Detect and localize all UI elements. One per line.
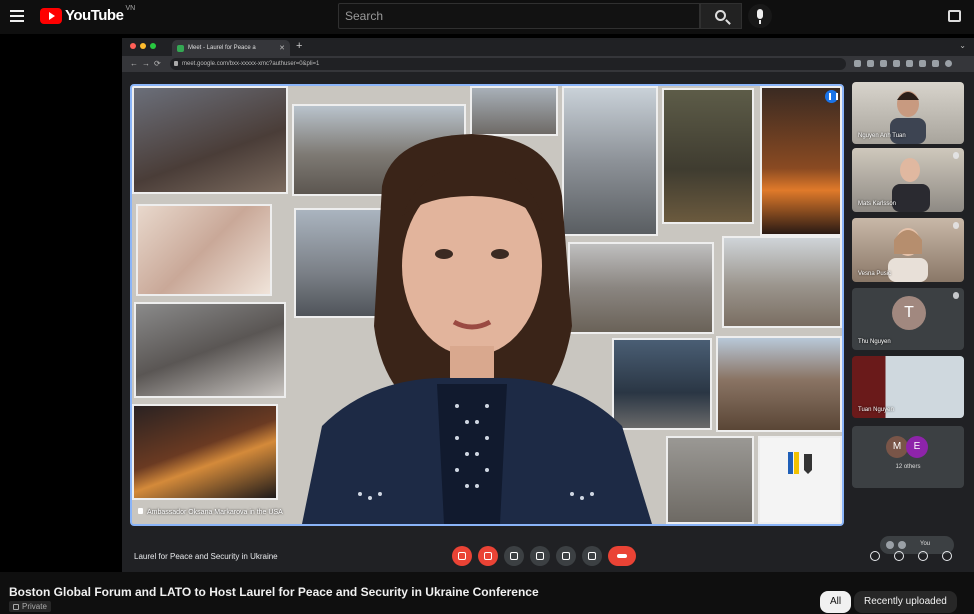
browser-window: Meet - Laurel for Peace a ✕ + ⌄ ←→⟳ meet… (122, 38, 974, 572)
participant-name: Tuan Nguyen (858, 407, 894, 413)
youtube-play-icon (40, 7, 62, 24)
participant-name: Mats Karlsson (858, 201, 897, 207)
info-icon (870, 551, 880, 561)
extension-icon (893, 60, 900, 67)
close-dot-icon (130, 43, 136, 49)
chip-recently-uploaded[interactable]: Recently uploaded (854, 591, 957, 613)
extension-icons (854, 60, 952, 67)
collage-photo (722, 236, 842, 328)
extension-icon (854, 60, 861, 67)
mic-off-icon (953, 222, 959, 229)
chevron-down-icon: ⌄ (959, 41, 966, 50)
privacy-badge: Private (9, 601, 51, 612)
profile-icon (945, 60, 952, 67)
extension-icon (867, 60, 874, 67)
participant-name: Nguyen Anh Tuan (858, 133, 906, 139)
lock-icon (13, 604, 19, 610)
hamburger-menu-icon[interactable] (10, 10, 24, 22)
participant-name: Thu Nguyen (858, 339, 891, 345)
privacy-label: Private (22, 602, 47, 611)
navigation-arrows-icon: ←→⟳ (130, 59, 165, 68)
speaker-video (302, 134, 652, 524)
pin-icon (138, 508, 143, 514)
collage-photo (132, 404, 278, 500)
participant-tile: Mats Karlsson (852, 148, 964, 212)
minimize-dot-icon (140, 43, 146, 49)
others-count: 12 others (895, 464, 921, 470)
microphone-icon (757, 9, 763, 24)
region-code: VN (125, 5, 136, 12)
meet-control-buttons (452, 546, 636, 566)
video-info-bar: Boston Global Forum and LATO to Host Lau… (0, 572, 974, 614)
people-icon (894, 551, 904, 561)
search-button[interactable] (700, 3, 742, 29)
youtube-logo[interactable]: YouTube VN (40, 5, 136, 24)
meet-stage: Ambassador Oksana Markarova in the USA N… (122, 72, 974, 572)
search-box (338, 3, 700, 29)
maximize-dot-icon (150, 43, 156, 49)
meet-side-controls (870, 551, 952, 561)
main-speaker-tile: Ambassador Oksana Markarova in the USA (130, 84, 844, 526)
new-tab-icon: + (296, 40, 303, 52)
search-icon (715, 10, 726, 21)
tab-title: Meet - Laurel for Peace a (188, 45, 256, 51)
meeting-title: Laurel for Peace and Security in Ukraine (134, 552, 278, 561)
participant-tile: Tuan Nguyen (852, 356, 964, 418)
participant-tile: Vesna Pusic (852, 218, 964, 282)
raise-hand-icon (530, 546, 550, 566)
url-field: meet.google.com/bxx-xxxxx-xmc?authuser=0… (170, 58, 846, 70)
captions-icon (504, 546, 524, 566)
ukraine-trident-icon (788, 452, 812, 474)
participant-avatar: T (892, 296, 926, 330)
others-tile: M E 12 others (852, 426, 964, 488)
extension-icon (906, 60, 913, 67)
browser-tab: Meet - Laurel for Peace a ✕ (172, 40, 290, 56)
more-options-icon (582, 546, 602, 566)
lock-icon (174, 61, 178, 66)
extension-icon (932, 60, 939, 67)
address-bar: ←→⟳ meet.google.com/bxx-xxxxx-xmc?authus… (122, 56, 974, 72)
window-controls (130, 43, 156, 49)
chip-all[interactable]: All (820, 591, 852, 613)
participant-avatar: E (906, 436, 928, 458)
embassy-emblem-photo (758, 436, 842, 524)
url-text: meet.google.com/bxx-xxxxx-xmc?authuser=0… (182, 61, 320, 67)
exit-fullscreen-icon[interactable] (948, 10, 961, 22)
extension-icon (919, 60, 926, 67)
collage-photo (760, 86, 842, 236)
participant-name: Vesna Pusic (858, 271, 892, 277)
search-input[interactable] (339, 4, 699, 28)
present-screen-icon (556, 546, 576, 566)
chat-icon (918, 551, 928, 561)
voice-search-button[interactable] (748, 4, 772, 28)
video-player[interactable]: Meet - Laurel for Peace a ✕ + ⌄ ←→⟳ meet… (0, 34, 974, 572)
tab-close-icon: ✕ (279, 45, 285, 52)
meet-control-bar: Laurel for Peace and Security in Ukraine (122, 542, 974, 572)
participant-avatar: M (886, 436, 908, 458)
mic-off-icon (452, 546, 472, 566)
speaker-name-label: Ambassador Oksana Markarova in the USA (138, 508, 283, 516)
participant-tile: T Thu Nguyen (852, 288, 964, 350)
participant-tile: Nguyen Anh Tuan (852, 82, 964, 144)
tab-strip: Meet - Laurel for Peace a ✕ + ⌄ (122, 38, 974, 56)
extension-icon (880, 60, 887, 67)
youtube-header: YouTube VN (0, 0, 974, 34)
youtube-wordmark: YouTube (65, 7, 124, 24)
meet-favicon-icon (177, 45, 184, 52)
speaking-indicator-icon (825, 90, 838, 103)
speaker-name: Ambassador Oksana Markarova in the USA (147, 509, 283, 516)
others-avatars: M E (886, 436, 928, 458)
mic-off-icon (953, 292, 959, 299)
end-call-icon (608, 546, 636, 566)
mic-off-icon (953, 152, 959, 159)
video-title: Boston Global Forum and LATO to Host Lau… (9, 585, 539, 599)
camera-off-icon (478, 546, 498, 566)
collage-photo (716, 336, 842, 432)
activities-icon (942, 551, 952, 561)
collage-photo (136, 204, 272, 296)
